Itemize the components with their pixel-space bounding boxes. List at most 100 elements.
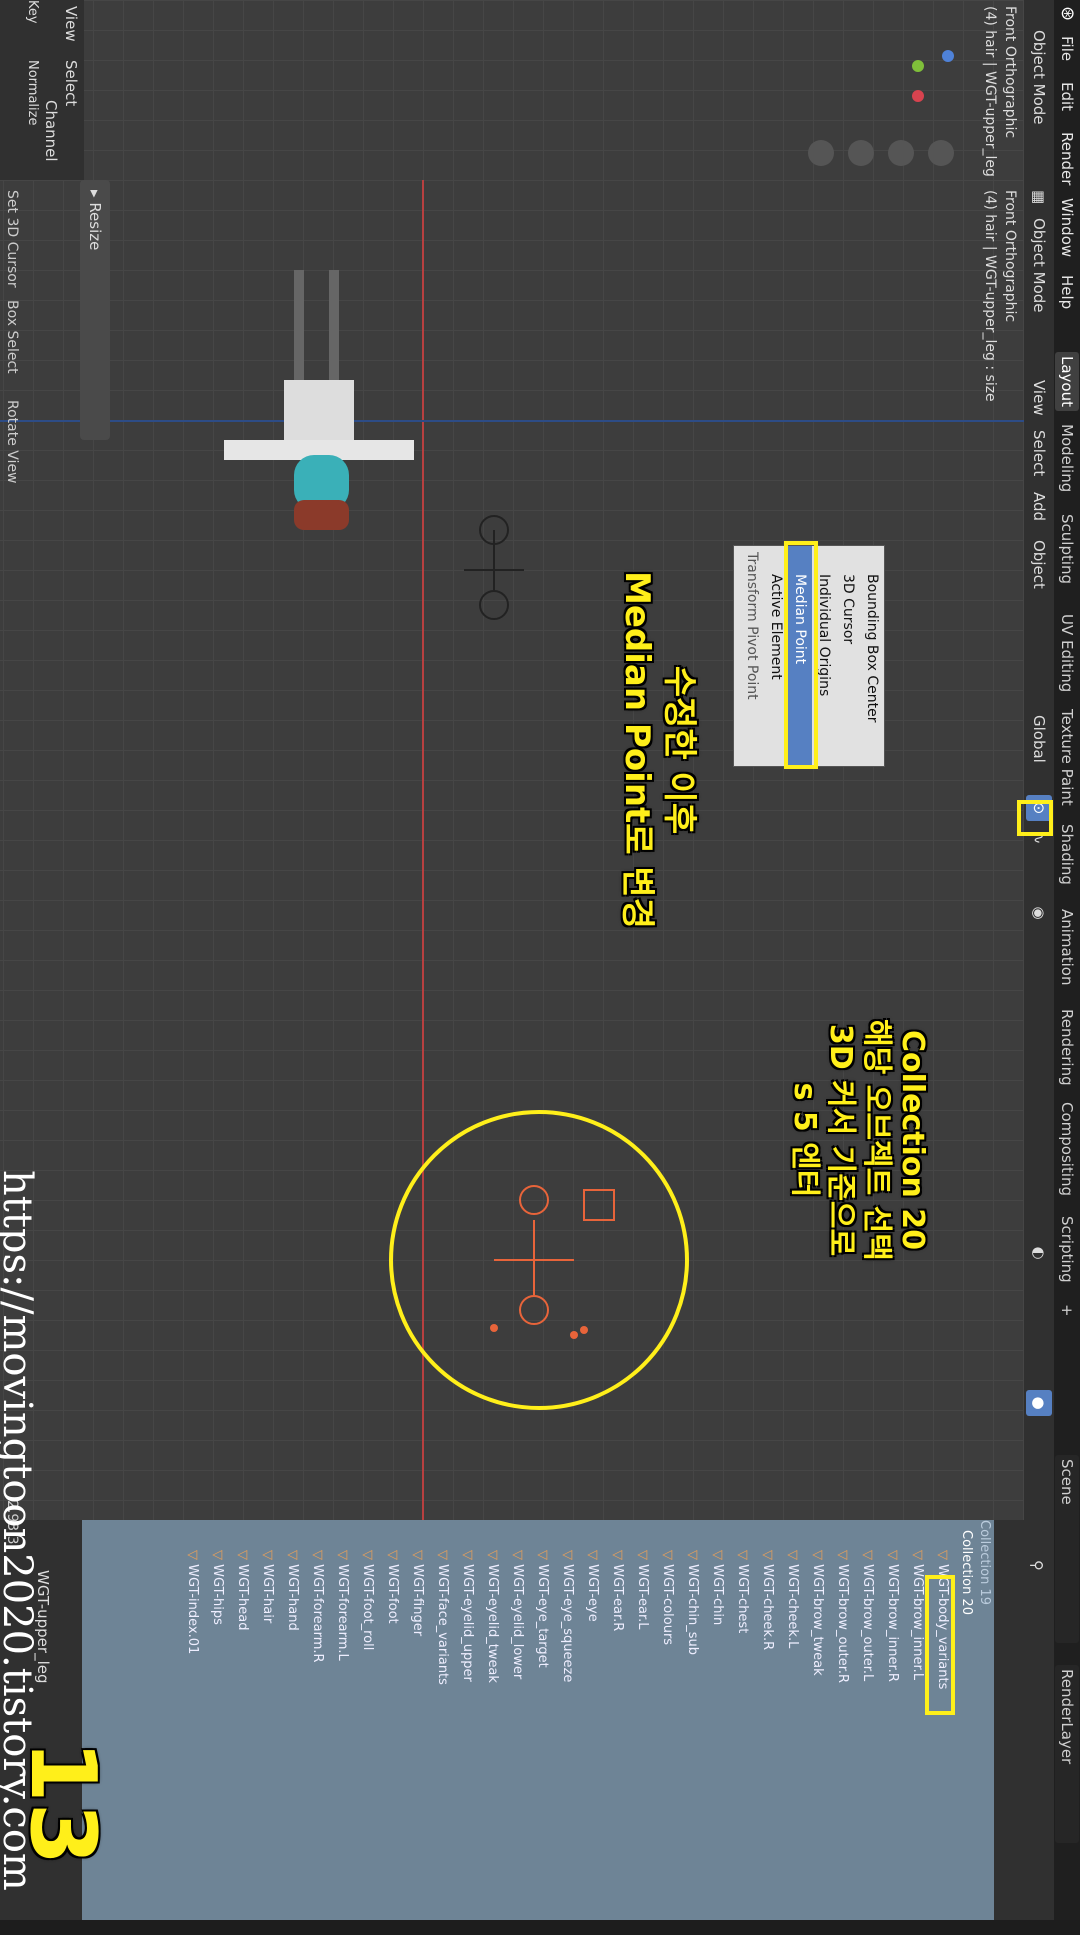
left-menu-select[interactable]: Select [62,60,80,106]
editor-type-icon[interactable]: ▦ [1030,190,1048,204]
main-view-subtitle: (4) hair | WGT-upper_leg : size [982,190,998,402]
main-menu-select[interactable]: Select [1030,430,1048,476]
main-menu-add[interactable]: Add [1030,492,1048,521]
outliner-item[interactable]: ▽ WGT-eye_target [526,1520,550,1935]
gizmo-x-icon[interactable] [912,90,924,102]
left-menu-view[interactable]: View [62,6,80,42]
outliner-item[interactable]: ▽ WGT-eye [576,1520,600,1935]
main-viewport[interactable]: Front Orthographic (4) hair | WGT-upper_… [0,180,1024,1520]
overlay-toggle-icon[interactable]: ◐ [1026,1240,1052,1266]
outliner-item[interactable]: ▽ WGT-forearm.R [301,1520,325,1935]
object-triangle-icon: ▽ [410,1550,425,1565]
tab-compositing[interactable]: Compositing [1055,1098,1079,1200]
outliner-item[interactable]: ▽ WGT-face_variants [426,1520,450,1935]
outliner-item-label: WGT-hips [210,1564,225,1625]
outliner-item[interactable]: ▽ WGT-brow_inner.L [901,1520,925,1935]
tab-texture-paint[interactable]: Texture Paint [1055,705,1079,810]
outliner-item-label: WGT-foot [385,1564,400,1624]
selected-widgets[interactable] [434,1160,644,1360]
outliner-item[interactable]: ▽ WGT-eyelid_upper [451,1520,475,1935]
outliner-item[interactable]: ▽ WGT-cheek.R [751,1520,775,1935]
resize-operator-panel[interactable]: ▸ Resize [80,180,110,440]
outliner-item[interactable]: ▽ WGT-head [226,1520,250,1935]
outliner-item[interactable]: ▽ WGT-hand [276,1520,300,1935]
annotation-line-6: Median Point로 변경 [617,571,657,929]
tab-uv-editing[interactable]: UV Editing [1055,610,1079,696]
menu-file[interactable]: File [1054,36,1080,61]
outliner-item[interactable]: ▽ WGT-eyelid_tweak [476,1520,500,1935]
outliner-item[interactable]: ▽ WGT-ear.L [626,1520,650,1935]
menu-render[interactable]: Render [1054,132,1080,185]
outliner-item[interactable]: ▽ WGT-index.01 [176,1520,200,1935]
outliner-item[interactable]: ▽ WGT-ear.R [601,1520,625,1935]
left-grid-toggle-icon[interactable] [928,140,954,166]
outliner-item[interactable]: ▽ WGT-chin_sub [676,1520,700,1935]
left-viewport[interactable]: Front Orthographic (4) hair | WGT-upper_… [84,0,1024,180]
scene-selector[interactable]: Scene [1055,1455,1079,1643]
tab-rendering[interactable]: Rendering [1055,1005,1079,1090]
outliner-item-label: WGT-hand [285,1564,300,1631]
outliner-filter-icon[interactable]: ⚲ [1028,1560,1046,1571]
object-triangle-icon: ▽ [235,1550,250,1565]
left-menu-key[interactable]: Key [25,0,40,24]
proportional-edit-icon[interactable]: ◉ [1026,900,1052,926]
outliner-item-label: WGT-ear.L [635,1564,650,1630]
left-mode-selector[interactable]: Object Mode [1030,30,1048,125]
tab-layout[interactable]: Layout [1055,352,1079,411]
outliner-item[interactable]: ▽ WGT-foot [376,1520,400,1935]
left-zoom-icon[interactable] [808,140,834,166]
object-triangle-icon: ▽ [710,1550,725,1565]
outliner-item[interactable]: ▽ WGT-finger [401,1520,425,1935]
main-menu-object[interactable]: Object [1030,540,1048,589]
outliner-item[interactable]: ▽ WGT-hair [251,1520,275,1935]
renderlayer-selector[interactable]: RenderLayer [1055,1665,1079,1843]
menu-edit[interactable]: Edit [1054,82,1080,111]
collection-highlight [925,1575,955,1715]
annotation-left: 수정한 이후 Median Point로 변경 [616,540,700,960]
left-normalize-toggle[interactable]: Normalize [25,60,40,125]
pivot-item-3d-cursor[interactable]: 3D Cursor [836,546,860,766]
outliner-item[interactable]: ▽ WGT-colours [651,1520,675,1935]
renderlayer-label: RenderLayer [1058,1669,1076,1765]
outliner-item[interactable]: ▽ WGT-forearm.L [326,1520,350,1935]
pivot-item-bounding-box[interactable]: Bounding Box Center [860,546,884,766]
outliner-item[interactable]: ▽ WGT-eyelid_lower [501,1520,525,1935]
main-menu-view[interactable]: View [1030,380,1048,416]
outliner-item[interactable]: ▽ WGT-cheek.L [776,1520,800,1935]
outliner-item[interactable]: ▽ WGT-brow_outer.L [851,1520,875,1935]
left-camera-icon[interactable] [888,140,914,166]
tab-sculpting[interactable]: Sculpting [1055,510,1079,588]
object-triangle-icon: ▽ [285,1550,300,1565]
outliner-item-label: WGT-forearm.L [335,1564,350,1661]
left-menu-channel[interactable]: Channel [42,100,60,162]
annotation-line-5: 수정한 이후 [659,665,699,835]
menu-help[interactable]: Help [1054,275,1080,309]
gizmo-z-icon[interactable] [942,50,954,62]
solid-shading-icon[interactable]: ● [1026,1390,1052,1416]
tab-modeling[interactable]: Modeling [1055,420,1079,496]
tab-animation[interactable]: Animation [1055,905,1079,989]
outliner-item[interactable]: ▽ WGT-foot_roll [351,1520,375,1935]
main-mode-selector[interactable]: Object Mode [1030,218,1048,313]
menu-window[interactable]: Window [1054,198,1080,257]
tab-scripting[interactable]: Scripting [1055,1212,1079,1287]
annotation-right: Collection 20 해당 오브젝트 선택 3D 커서 기준으로 s 5 … [786,975,930,1305]
outliner-item-label: WGT-hair [260,1564,275,1624]
outliner-item[interactable]: ▽ WGT-hips [201,1520,225,1935]
blender-logo-icon[interactable]: ⊛ [1054,6,1080,21]
outliner-item[interactable]: ▽ WGT-brow_inner.R [876,1520,900,1935]
outliner-item[interactable]: ▽ WGT-brow_tweak [801,1520,825,1935]
left-hand-icon[interactable] [848,140,874,166]
outliner-item[interactable]: ▽ WGT-brow_outer.R [826,1520,850,1935]
object-triangle-icon: ▽ [185,1550,200,1565]
outliner-item-label: WGT-eye_target [535,1564,550,1668]
tab-shading[interactable]: Shading [1055,820,1079,889]
gizmo-y-icon[interactable] [912,60,924,72]
outliner[interactable]: Collection 19 Collection 20 ▽ WGT-body_v… [0,1520,994,1920]
outliner-item[interactable]: ▽ WGT-chin [701,1520,725,1935]
outliner-item[interactable]: ▽ WGT-chest [726,1520,750,1935]
add-workspace-button[interactable]: + [1055,1300,1079,1321]
widget-stick-figure[interactable] [434,510,554,630]
outliner-item[interactable]: ▽ WGT-eye_squeeze [551,1520,575,1935]
transform-orientation[interactable]: Global [1030,715,1048,763]
